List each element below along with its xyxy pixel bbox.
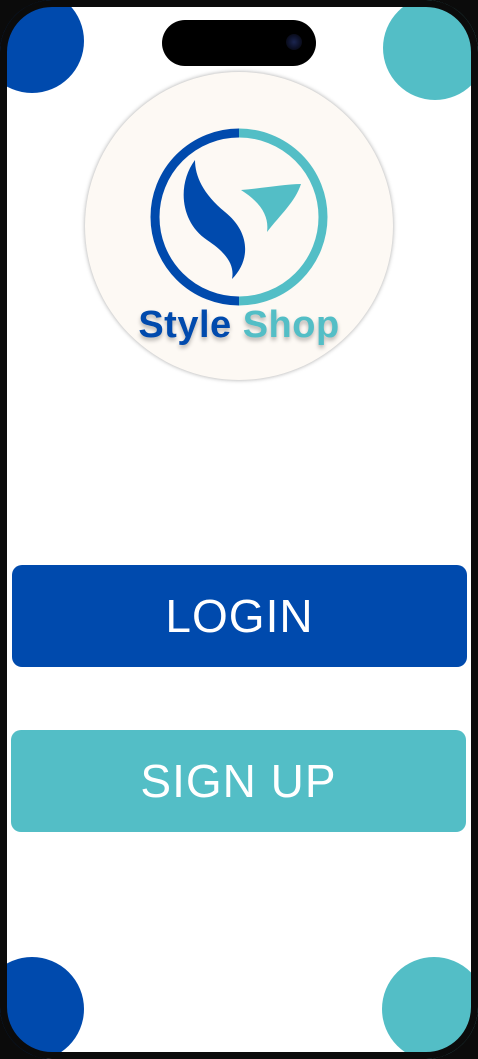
signup-button[interactable]: SIGN UP — [11, 730, 466, 832]
decorative-circle-top-right — [383, 0, 478, 100]
camera-icon — [286, 34, 302, 50]
decorative-circle-top-left — [0, 0, 84, 93]
logo: Style Shop — [85, 72, 393, 380]
login-button[interactable]: LOGIN — [12, 565, 467, 667]
brand-name: Style Shop — [85, 304, 393, 347]
brand-name-shop: Shop — [242, 304, 340, 346]
decorative-circle-bottom-right — [382, 957, 478, 1059]
brand-name-style: Style — [138, 304, 232, 346]
dynamic-island — [162, 20, 316, 66]
screen: Style Shop LOGIN SIGN UP — [0, 0, 478, 1059]
decorative-circle-bottom-left — [0, 957, 84, 1059]
